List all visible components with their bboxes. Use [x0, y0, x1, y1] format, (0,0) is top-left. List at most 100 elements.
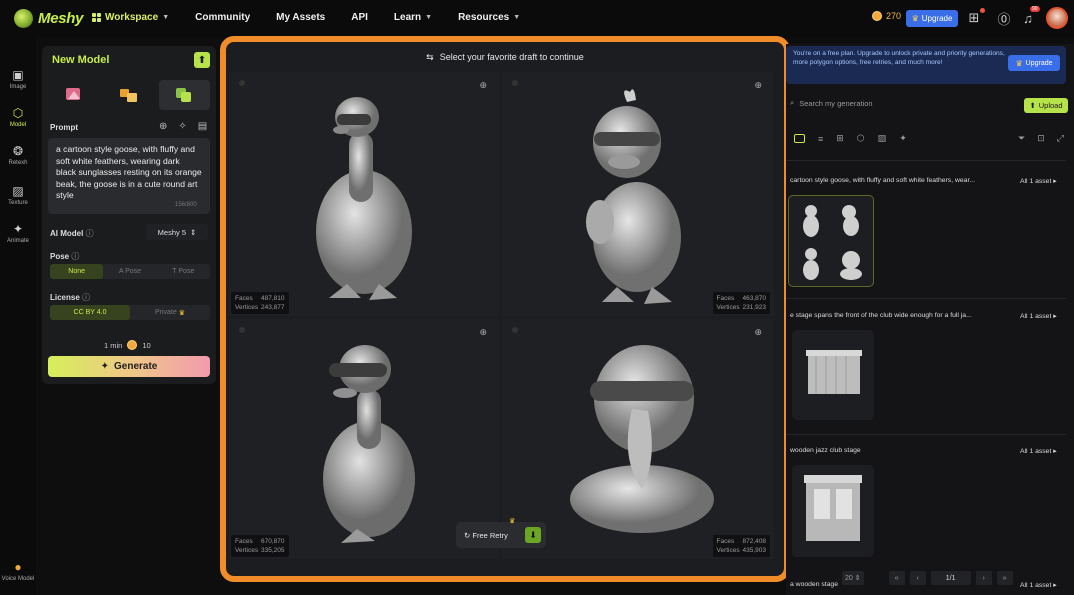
- faces-value: 487,810: [261, 295, 285, 302]
- zoom-icon[interactable]: ⊕: [479, 80, 487, 91]
- filter-icon[interactable]: ⏷: [1018, 133, 1025, 144]
- image-to-3d-icon: [65, 88, 80, 100]
- generation-count[interactable]: All 1 asset ▸: [1020, 581, 1057, 589]
- nav-community[interactable]: Community: [195, 12, 250, 23]
- nav-api[interactable]: API: [351, 12, 368, 23]
- zoom-icon[interactable]: ⊕: [754, 80, 762, 91]
- select-icon[interactable]: ⊡: [1037, 133, 1045, 144]
- generation-cost: 1 min 10: [104, 340, 151, 350]
- faces-label: Faces: [235, 295, 253, 302]
- license-label-text: License: [50, 293, 80, 302]
- nav-workspace[interactable]: Workspace ▼: [92, 12, 169, 23]
- generation-title[interactable]: e stage spans the front of the club wide…: [790, 312, 1005, 319]
- generation-thumbnail[interactable]: [792, 330, 874, 420]
- pose-label-text: Pose: [50, 252, 70, 261]
- prompt-tools: ⊕ ✧ ▤: [159, 121, 207, 132]
- crown-icon: ♛: [178, 309, 186, 317]
- logo-text: Meshy: [38, 10, 84, 27]
- image-icon: ▣: [12, 68, 24, 82]
- first-page-button[interactable]: «: [888, 571, 905, 585]
- list-view-icon[interactable]: ≡: [818, 134, 823, 144]
- nav-api-label: API: [351, 12, 368, 23]
- mode-multi-image[interactable]: [103, 80, 154, 110]
- nav-my-assets[interactable]: My Assets: [276, 12, 325, 23]
- rail-item-voice-model[interactable]: ● Voice Model: [0, 560, 36, 582]
- credits-balance[interactable]: 270: [872, 11, 901, 21]
- license-option-cc[interactable]: CC BY 4.0: [50, 305, 130, 320]
- select-radio[interactable]: [512, 327, 518, 333]
- clear-icon[interactable]: ▤: [198, 121, 207, 132]
- rail-item-retexture[interactable]: ❂ Retexh: [0, 144, 36, 166]
- nav-learn[interactable]: Learn ▼: [394, 12, 432, 23]
- vertices-label: Vertices: [235, 304, 259, 311]
- multi-image-icon: [119, 89, 137, 102]
- gift-badge: [980, 8, 985, 13]
- enhance-icon[interactable]: ⊕: [159, 121, 167, 132]
- rail-item-model[interactable]: ⬡ Model: [0, 106, 36, 128]
- rail-item-image[interactable]: ▣ Image: [0, 68, 36, 90]
- promo-upgrade-button[interactable]: ♛ Upgrade: [1008, 55, 1060, 71]
- sparkle-icon[interactable]: ✧: [178, 121, 186, 132]
- prev-page-button[interactable]: ‹: [909, 571, 926, 585]
- generation-count[interactable]: All 1 asset ▸: [1020, 447, 1057, 455]
- generate-button[interactable]: ✦ Generate: [48, 356, 210, 377]
- generation-title[interactable]: cartoon style goose, with fluffy and sof…: [790, 177, 1005, 184]
- select-radio[interactable]: [239, 80, 245, 86]
- cost-time: 1 min: [104, 340, 123, 350]
- next-page-button[interactable]: ›: [975, 571, 992, 585]
- generation-search[interactable]: ⌕ Search my generation: [790, 98, 873, 108]
- generation-title[interactable]: a wooden stage: [790, 581, 850, 588]
- select-radio[interactable]: [512, 80, 518, 86]
- license-option-private[interactable]: Private ♛: [130, 305, 210, 320]
- mode-image-to-3d[interactable]: [48, 80, 99, 110]
- search-icon: ⌕: [790, 98, 795, 107]
- pose-selector: None A Pose T Pose: [50, 264, 210, 279]
- rail-item-animate[interactable]: ✦ Animate: [0, 222, 36, 244]
- pose-option-a[interactable]: A Pose: [103, 264, 156, 279]
- select-radio[interactable]: [239, 327, 245, 333]
- rail-label: Image: [9, 84, 27, 90]
- ai-model-select[interactable]: Meshy 5 ⇕: [146, 224, 208, 240]
- mode-text-to-3d[interactable]: [158, 80, 210, 110]
- pose-option-none[interactable]: None: [50, 264, 104, 279]
- search-input[interactable]: Search my generation: [799, 99, 872, 108]
- rail-label: Retexh: [8, 160, 28, 166]
- draft-card-2[interactable]: ⊕ Faces 463,870 Vertices 231,923: [502, 72, 774, 316]
- bell-icon[interactable]: ♫: [1020, 10, 1036, 26]
- animate-filter-icon[interactable]: ✦: [899, 133, 907, 144]
- generation-thumbnails[interactable]: [788, 195, 874, 287]
- nav-learn-label: Learn: [393, 12, 422, 23]
- download-button[interactable]: ⬇: [525, 527, 541, 543]
- draft-card-1[interactable]: ⊕ Faces 487,810 Vertices 243,877: [229, 72, 499, 316]
- generation-count-text: All 1 asset: [1020, 448, 1052, 455]
- upgrade-button[interactable]: ♛ Upgrade: [906, 10, 958, 27]
- zoom-icon[interactable]: ⊕: [479, 327, 487, 338]
- logo[interactable]: Meshy: [14, 9, 83, 28]
- folder-filter-icon[interactable]: [794, 134, 805, 143]
- vertices-label: Vertices: [716, 304, 740, 311]
- faces-label: Faces: [716, 295, 735, 302]
- help-icon[interactable]: ⓪: [996, 10, 1012, 27]
- ai-model-label-text: AI Model: [50, 229, 84, 238]
- last-page-button[interactable]: »: [996, 571, 1013, 585]
- model-filter-icon[interactable]: ⬡: [857, 133, 865, 144]
- generation-title[interactable]: wooden jazz club stage: [790, 447, 1005, 454]
- upload-button[interactable]: ⬆ Upload: [1024, 98, 1068, 113]
- faces-value: 872,408: [742, 538, 767, 545]
- generation-thumbnail[interactable]: [792, 465, 874, 557]
- texture-filter-icon[interactable]: ▨: [878, 133, 887, 144]
- generation-count[interactable]: All 1 asset ▸: [1020, 177, 1057, 185]
- expand-icon[interactable]: ⤢: [1057, 133, 1064, 144]
- gift-icon[interactable]: ⊞: [966, 10, 982, 26]
- avatar[interactable]: [1046, 7, 1068, 29]
- collapse-icon[interactable]: ⬆: [194, 52, 210, 68]
- zoom-icon[interactable]: ⊕: [754, 327, 762, 338]
- rail-item-texture[interactable]: ▨ Texture: [0, 184, 36, 206]
- grid-view-icon[interactable]: ⊞: [836, 133, 844, 144]
- nav-resources[interactable]: Resources ▼: [458, 12, 520, 23]
- pose-option-t[interactable]: T Pose: [157, 264, 210, 279]
- free-retry-button[interactable]: ↻ Free Retry: [464, 531, 508, 540]
- free-retry-bar: ↻ Free Retry ⬇: [456, 522, 546, 548]
- per-page-select[interactable]: 20 ⇕: [842, 571, 864, 585]
- generation-count[interactable]: All 1 asset ▸: [1020, 312, 1057, 320]
